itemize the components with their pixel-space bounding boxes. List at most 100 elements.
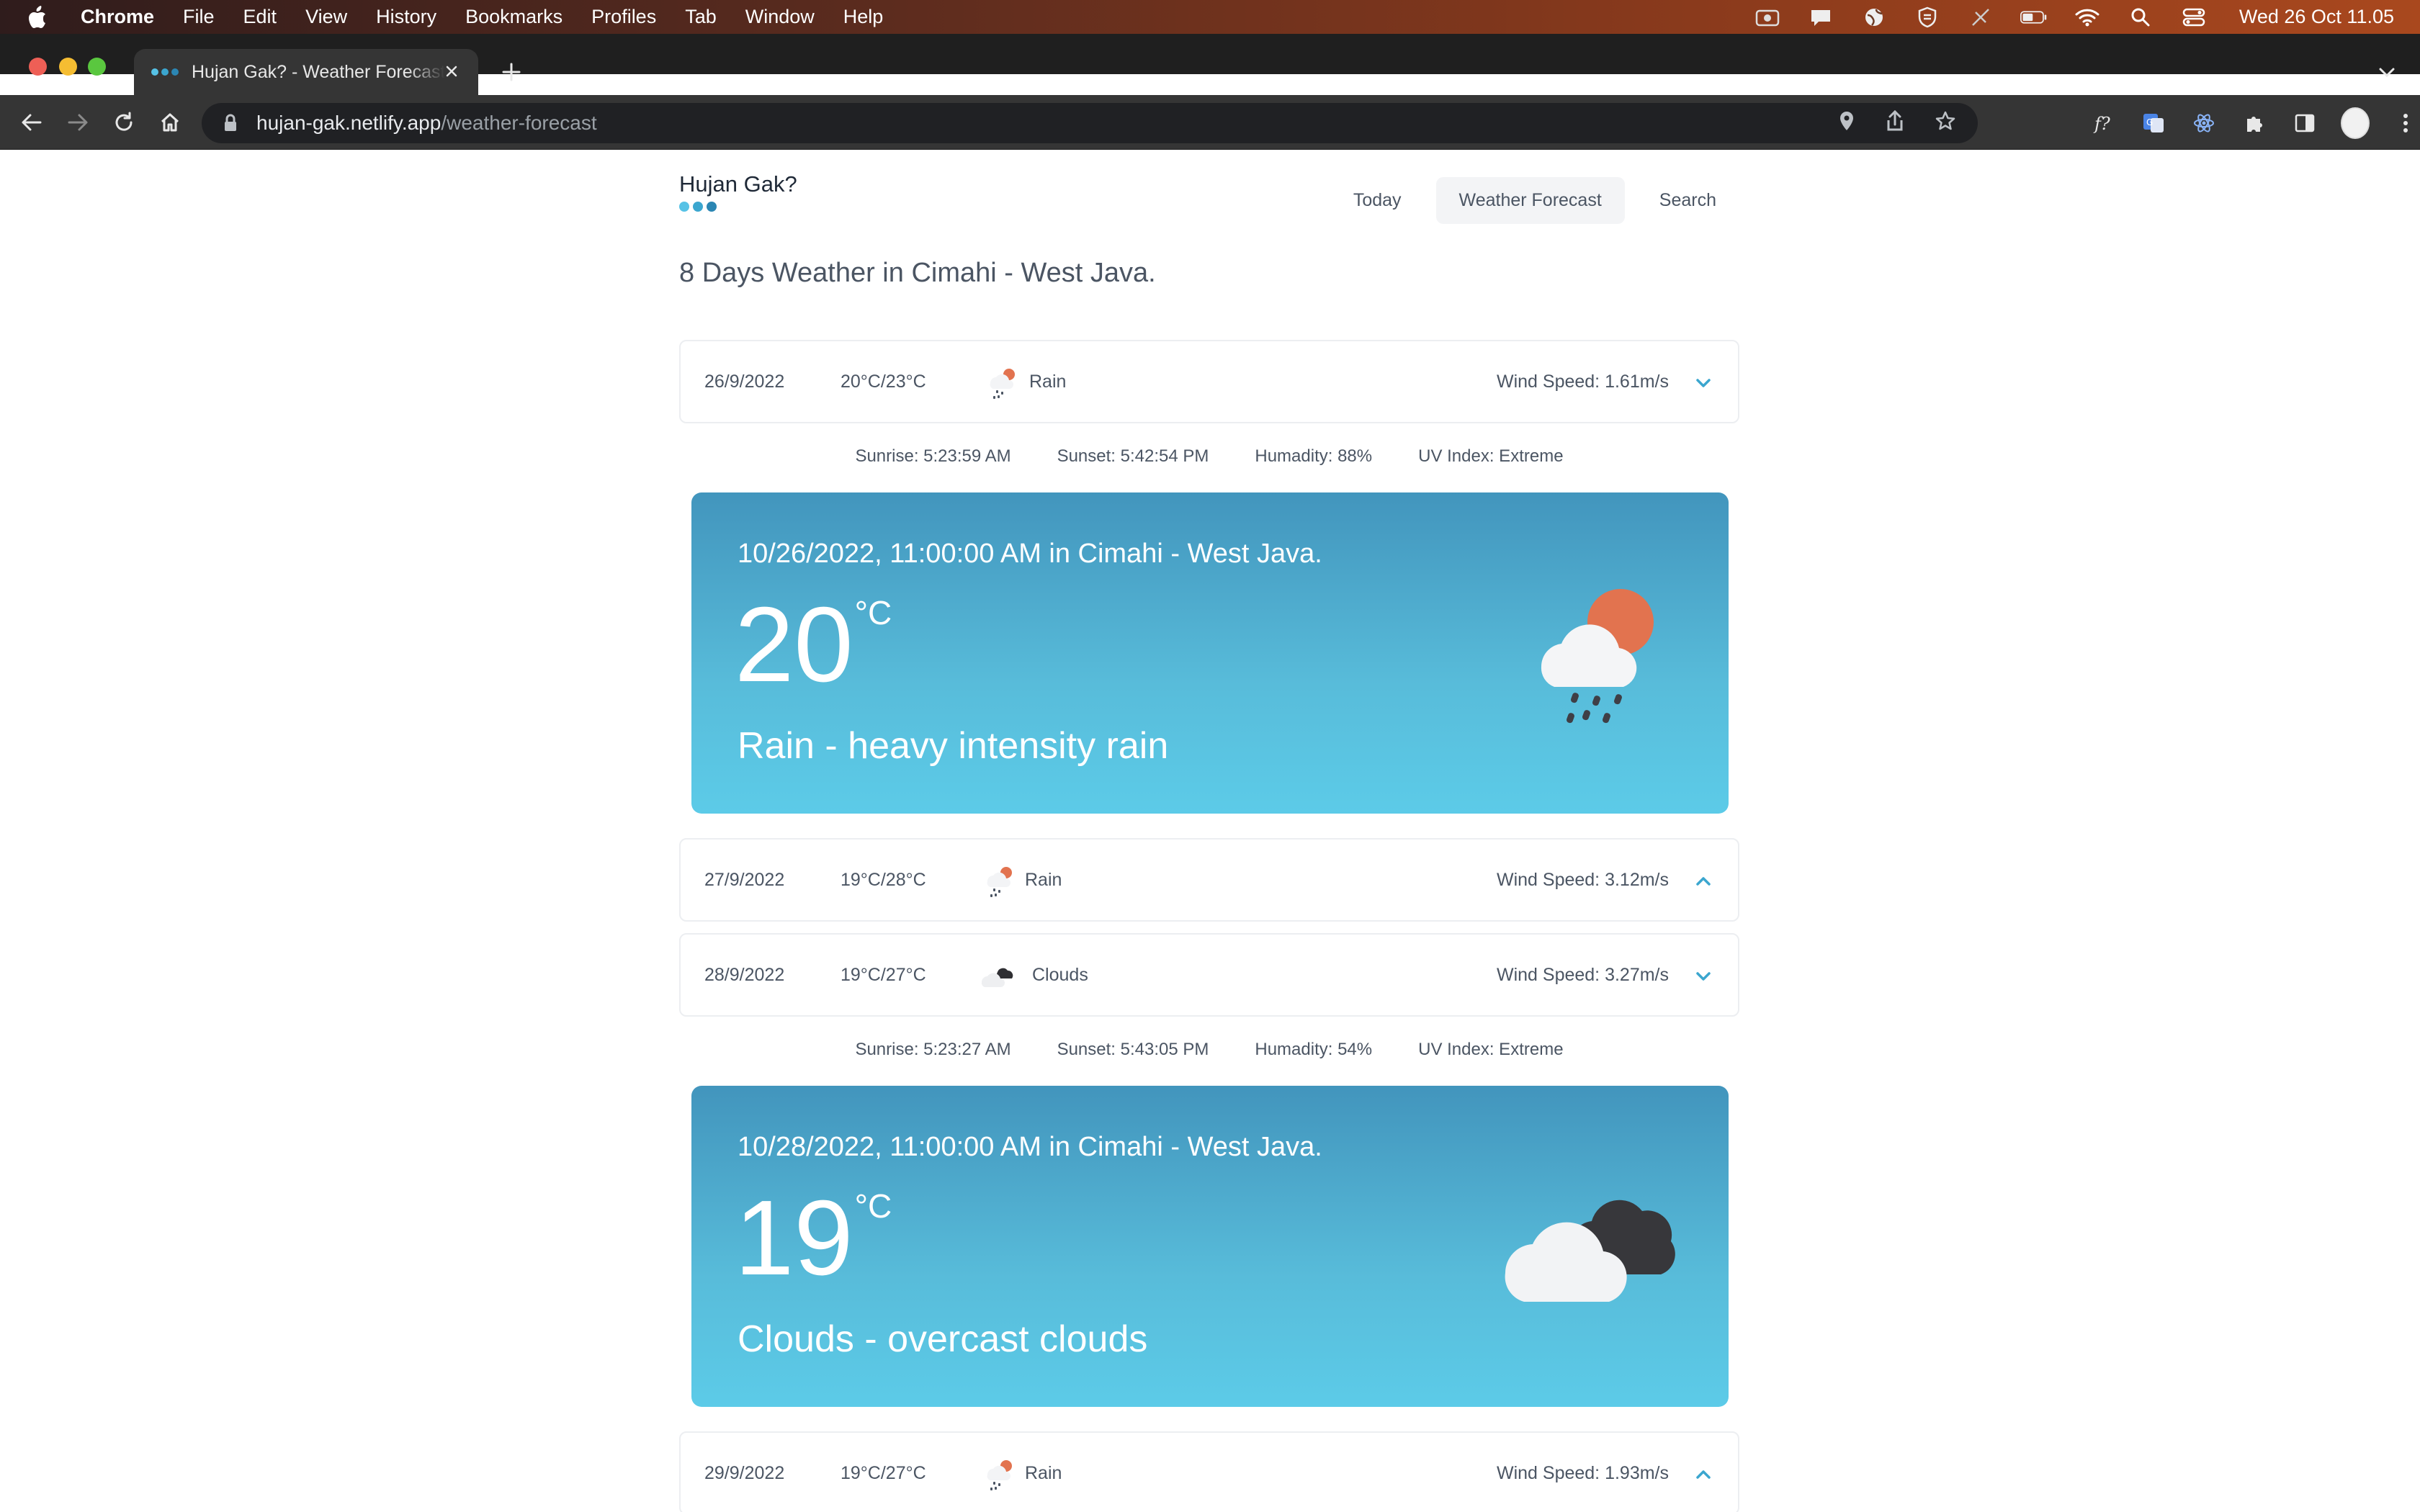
menu-window[interactable]: Window	[745, 6, 815, 28]
nav-weather-forecast[interactable]: Weather Forecast	[1435, 177, 1625, 224]
forecast-weather: Rain	[1025, 1462, 1062, 1483]
menu-profiles[interactable]: Profiles	[591, 6, 656, 28]
humidity-value: Humadity: 54%	[1255, 1040, 1373, 1059]
side-panel-icon[interactable]	[2290, 109, 2319, 138]
forecast-wind: Wind Speed: 1.61m/s	[1496, 371, 1669, 392]
svg-text:f?: f?	[2093, 114, 2110, 134]
card-description: Clouds - overcast clouds	[738, 1318, 1148, 1360]
chevron-down-icon[interactable]	[1690, 370, 1716, 396]
page-title: 8 Days Weather in Cimahi - West Java.	[679, 258, 1156, 288]
web-page: Hujan Gak? Today Weather Forecast Search…	[0, 150, 2420, 1512]
dark-clouds-icon	[1491, 1165, 1693, 1323]
brand-name: Hujan Gak?	[679, 171, 797, 197]
card-title: 10/26/2022, 11:00:00 AM in Cimahi - West…	[738, 539, 1322, 569]
menu-view[interactable]: View	[305, 6, 347, 28]
forecast-wind: Wind Speed: 1.93m/s	[1496, 1462, 1669, 1483]
uv-index: UV Index: Extreme	[1418, 1040, 1564, 1059]
spotlight-search-icon[interactable]	[2127, 6, 2154, 28]
forecast-row[interactable]: 27/9/2022 19°C/28°C Rain Wind Speed: 3.1…	[679, 838, 1739, 922]
window-close-button[interactable]	[29, 58, 47, 76]
forecast-date: 28/9/2022	[704, 964, 785, 985]
react-devtools-icon[interactable]	[2190, 109, 2218, 138]
nav-search[interactable]: Search	[1636, 177, 1739, 224]
chevron-up-icon[interactable]	[1690, 868, 1716, 894]
forecast-weather: Clouds	[1032, 964, 1088, 985]
forecast-weather: Rain	[1025, 869, 1062, 890]
lock-icon[interactable]	[223, 113, 241, 133]
chevron-up-icon[interactable]	[1690, 1462, 1716, 1488]
temperature-unit: °C	[854, 1187, 892, 1225]
forecast-details: Sunrise: 5:23:27 AM Sunset: 5:43:05 PM H…	[679, 1040, 1739, 1060]
menu-app-chrome[interactable]: Chrome	[81, 6, 154, 28]
macos-menubar: Chrome File Edit View History Bookmarks …	[0, 0, 2420, 34]
reload-icon[interactable]	[109, 108, 138, 137]
menu-edit[interactable]: Edit	[243, 6, 277, 28]
vpn-globe-icon[interactable]	[1860, 6, 1888, 28]
forecast-wind: Wind Speed: 3.27m/s	[1496, 964, 1669, 985]
chevron-down-icon[interactable]	[1690, 963, 1716, 989]
temperature-value: 19	[735, 1179, 853, 1297]
card-temperature: 20°C	[735, 592, 892, 698]
site-logo[interactable]: Hujan Gak?	[679, 171, 797, 212]
window-minimize-button[interactable]	[59, 58, 77, 76]
forecast-temp-range: 20°C/23°C	[841, 371, 926, 392]
sunset-time: Sunset: 5:43:05 PM	[1057, 1040, 1209, 1059]
wifi-icon[interactable]	[2074, 6, 2101, 28]
screen-recorder-icon[interactable]	[1754, 6, 1781, 28]
menu-bookmarks[interactable]: Bookmarks	[465, 6, 563, 28]
chrome-menu-kebab-icon[interactable]	[2391, 109, 2420, 138]
menubar-clock[interactable]: Wed 26 Oct 11.05	[2239, 6, 2394, 28]
temperature-value: 20	[735, 585, 853, 704]
menu-tab[interactable]: Tab	[685, 6, 717, 28]
google-translate-icon[interactable]: G	[2139, 109, 2168, 138]
forward-arrow-icon[interactable]	[63, 108, 92, 137]
tab-close-icon[interactable]	[439, 59, 464, 84]
rain-sun-icon	[980, 1457, 1021, 1492]
forecast-weather: Rain	[1029, 371, 1067, 392]
back-arrow-icon[interactable]	[17, 108, 46, 137]
font-extension-icon[interactable]: f?	[2089, 109, 2118, 138]
svg-text:G: G	[2146, 117, 2153, 127]
forecast-detail-card: 10/28/2022, 11:00:00 AM in Cimahi - West…	[691, 1086, 1729, 1407]
share-icon[interactable]	[1886, 109, 1904, 137]
extensions-area: f? G	[2089, 104, 2420, 142]
browser-tab-active[interactable]: Hujan Gak? - Weather Forecast	[134, 49, 478, 95]
profile-avatar[interactable]	[2341, 107, 2370, 139]
uv-index: UV Index: Extreme	[1418, 446, 1564, 466]
card-temperature: 19°C	[735, 1185, 892, 1292]
url-host: hujan-gak.netlify.app	[256, 112, 442, 134]
forecast-date: 27/9/2022	[704, 869, 785, 890]
forecast-row[interactable]: 28/9/2022 19°C/27°C Clouds Wind Speed: 3…	[679, 933, 1739, 1017]
forecast-detail-card: 10/26/2022, 11:00:00 AM in Cimahi - West…	[691, 492, 1729, 814]
rain-sun-icon	[983, 366, 1023, 400]
dark-clouds-icon	[977, 959, 1018, 994]
pen-slash-icon[interactable]	[1967, 6, 1994, 28]
card-description: Rain - heavy intensity rain	[738, 725, 1169, 767]
rain-sun-icon	[1512, 572, 1671, 730]
forecast-temp-range: 19°C/28°C	[841, 869, 926, 890]
forecast-row[interactable]: 29/9/2022 19°C/27°C Rain Wind Speed: 1.9…	[679, 1431, 1739, 1512]
battery-icon[interactable]	[2020, 6, 2048, 28]
location-pin-icon[interactable]	[1838, 110, 1855, 137]
shield-icon[interactable]	[1914, 6, 1941, 28]
extensions-puzzle-icon[interactable]	[2240, 109, 2269, 138]
address-bar[interactable]: hujan-gak.netlify.app/weather-forecast	[202, 103, 1978, 143]
bookmark-star-icon[interactable]	[1935, 110, 1956, 137]
control-center-icon[interactable]	[2180, 6, 2208, 28]
home-icon[interactable]	[156, 108, 184, 137]
tab-title: Hujan Gak? - Weather Forecast	[192, 61, 445, 82]
notification-icon[interactable]	[1807, 6, 1834, 28]
apple-logo-icon[interactable]	[26, 5, 49, 30]
sunset-time: Sunset: 5:42:54 PM	[1057, 446, 1209, 466]
forecast-date: 29/9/2022	[704, 1462, 785, 1483]
main-nav: Today Weather Forecast Search	[1330, 177, 1739, 224]
menu-history[interactable]: History	[376, 6, 436, 28]
nav-today[interactable]: Today	[1330, 177, 1425, 224]
new-tab-button[interactable]	[497, 58, 526, 86]
window-zoom-button[interactable]	[88, 58, 106, 76]
brand-dots-icon	[679, 202, 797, 212]
menu-help[interactable]: Help	[843, 6, 884, 28]
tab-search-chevron-icon[interactable]	[2372, 58, 2401, 86]
forecast-row[interactable]: 26/9/2022 20°C/23°C Rain Wind Speed: 1.6…	[679, 340, 1739, 423]
menu-file[interactable]: File	[183, 6, 215, 28]
